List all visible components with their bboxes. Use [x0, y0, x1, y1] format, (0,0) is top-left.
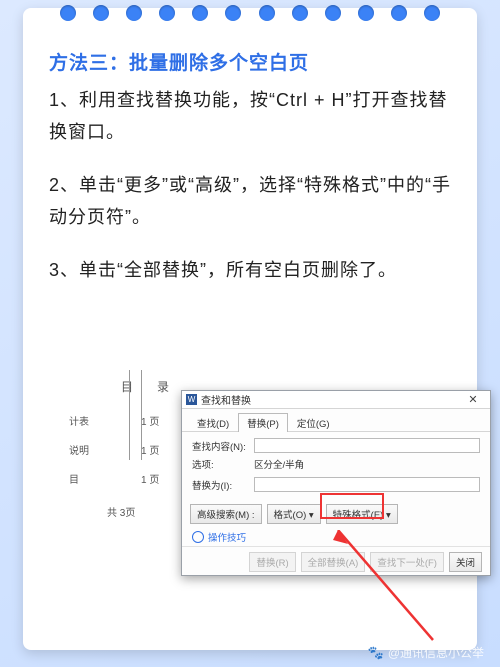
options-value: 区分全/半角 [254, 457, 304, 471]
section-title: 方法三：批量删除多个空白页 [49, 48, 451, 75]
find-replace-dialog: W 查找和替换 ✕ 查找(D) 替换(P) 定位(G) 查找内容(N): 选项:… [181, 390, 491, 576]
screenshot-area: 目 录 计表1 页 说明1 页 目1 页 共 3页 W 查找和替换 ✕ 查找(D… [63, 370, 483, 610]
tab-find[interactable]: 查找(D) [188, 413, 238, 432]
help-link[interactable]: 操作技巧 [182, 528, 490, 546]
dialog-title: 查找和替换 [201, 392, 251, 407]
highlight-box [320, 493, 384, 519]
tab-goto[interactable]: 定位(G) [288, 413, 339, 432]
app-icon: W [186, 394, 197, 405]
action-button-row: 替换(R) 全部替换(A) 查找下一处(F) 关闭 [182, 546, 490, 577]
find-what-label: 查找内容(N): [192, 439, 248, 453]
paw-icon: 🐾 [368, 645, 384, 661]
dialog-titlebar[interactable]: W 查找和替换 ✕ [182, 391, 490, 409]
binding-holes [23, 5, 477, 21]
format-button[interactable]: 格式(O) ▾ [267, 504, 321, 524]
options-label: 选项: [192, 457, 248, 471]
step-1: 1、利用查找替换功能，按“Ctrl + H”打开查找替换窗口。 [49, 85, 451, 148]
close-icon[interactable]: ✕ [460, 393, 486, 406]
replace-all-button[interactable]: 全部替换(A) [301, 552, 366, 572]
dialog-tabs: 查找(D) 替换(P) 定位(G) [182, 409, 490, 432]
replace-button[interactable]: 替换(R) [249, 552, 295, 572]
dialog-form: 查找内容(N): 选项: 区分全/半角 替换为(I): [182, 432, 490, 500]
replace-with-label: 替换为(I): [192, 478, 248, 492]
notepad-card: 方法三：批量删除多个空白页 1、利用查找替换功能，按“Ctrl + H”打开查找… [23, 8, 477, 650]
close-button[interactable]: 关闭 [449, 552, 482, 572]
watermark-text: @通讯信息小公举 [388, 644, 484, 661]
watermark: 🐾 @通讯信息小公举 [368, 644, 484, 661]
tab-replace[interactable]: 替换(P) [238, 413, 288, 432]
step-2: 2、单击“更多”或“高级”，选择“特殊格式”中的“手动分页符”。 [49, 170, 451, 233]
replace-with-input[interactable] [254, 477, 480, 492]
find-what-input[interactable] [254, 438, 480, 453]
more-button[interactable]: 高级搜索(M) : [190, 504, 262, 524]
find-next-button[interactable]: 查找下一处(F) [370, 552, 444, 572]
step-3: 3、单击“全部替换”，所有空白页删除了。 [49, 255, 451, 287]
